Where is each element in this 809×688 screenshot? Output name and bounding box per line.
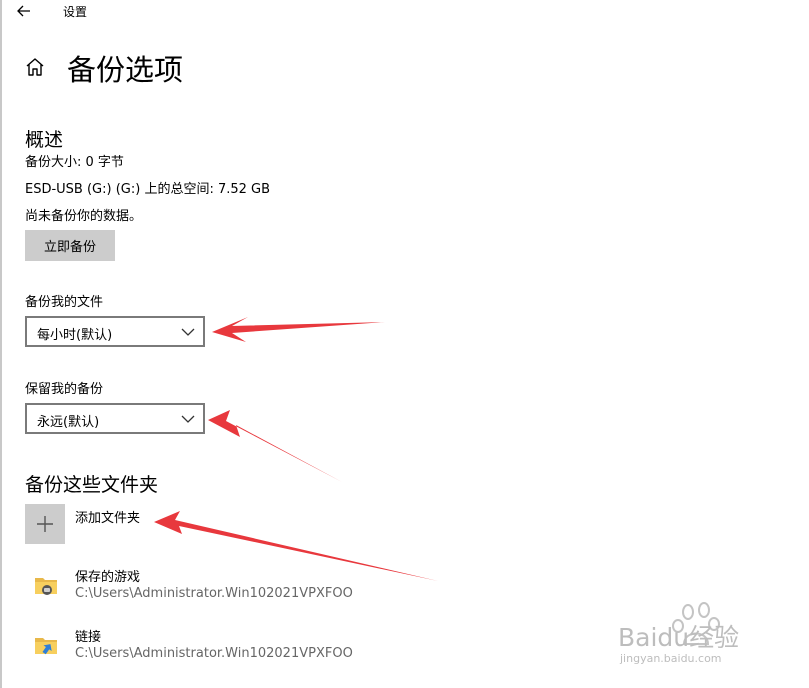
annotation-arrow xyxy=(154,511,438,581)
annotation-arrow xyxy=(208,410,342,482)
annotation-arrow xyxy=(212,317,385,342)
annotation-arrows xyxy=(154,317,438,581)
watermark: Baidu经验 jingyan.baidu.com xyxy=(610,600,780,680)
watermark-url: jingyan.baidu.com xyxy=(620,652,722,665)
watermark-brand: Baidu经验 xyxy=(618,623,740,652)
